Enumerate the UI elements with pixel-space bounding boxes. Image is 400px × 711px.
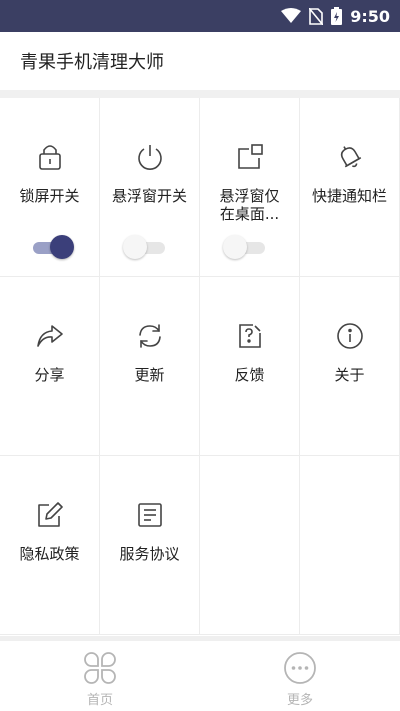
bottom-nav: 首页 更多 [0, 641, 400, 711]
floating-window-label: 悬浮窗开关 [111, 187, 187, 205]
empty-cell [200, 456, 300, 635]
floating-desktop-only-toggle[interactable] [223, 234, 277, 260]
feedback-icon [234, 320, 266, 352]
share-label: 分享 [34, 366, 65, 384]
nav-more[interactable]: 更多 [200, 641, 400, 711]
update-cell[interactable]: 更新 [100, 277, 200, 456]
update-label: 更新 [134, 366, 165, 384]
empty-cell [300, 456, 400, 635]
share-cell[interactable]: 分享 [0, 277, 100, 456]
wifi-icon [281, 8, 302, 24]
quick-notification-cell[interactable]: 快捷通知栏 [300, 98, 400, 277]
settings-grid: 锁屏开关 悬浮窗开关 悬浮窗仅 在桌面... 快捷通知栏 分享 更新 反馈 关于… [0, 98, 400, 636]
share-icon [34, 320, 66, 352]
refresh-icon [134, 320, 166, 352]
label-line-1: 悬浮窗仅 [219, 187, 280, 205]
app-header: 青果手机清理大师 [0, 32, 400, 90]
power-icon [134, 141, 166, 173]
document-icon [134, 499, 166, 531]
feedback-cell[interactable]: 反馈 [200, 277, 300, 456]
battery-charging-icon [331, 7, 343, 25]
bell-icon [334, 141, 366, 173]
header-divider [0, 90, 400, 98]
toggle-knob [50, 235, 74, 259]
floating-desktop-only-cell[interactable]: 悬浮窗仅 在桌面... [200, 98, 300, 277]
floating-desktop-only-label: 悬浮窗仅 在桌面... [204, 187, 296, 223]
toggle-knob [223, 235, 247, 259]
info-icon [334, 320, 366, 352]
service-agreement-label: 服务协议 [119, 545, 180, 563]
lock-screen-toggle-cell[interactable]: 锁屏开关 [0, 98, 100, 277]
lock-screen-toggle[interactable] [23, 234, 77, 260]
privacy-policy-cell[interactable]: 隐私政策 [0, 456, 100, 635]
nav-home[interactable]: 首页 [0, 641, 200, 711]
feedback-label: 反馈 [234, 366, 265, 384]
lock-screen-label: 锁屏开关 [19, 187, 80, 205]
lock-icon [34, 141, 66, 173]
about-cell[interactable]: 关于 [300, 277, 400, 456]
more-icon [283, 651, 317, 685]
page-title: 青果手机清理大师 [20, 52, 164, 73]
window-icon [234, 141, 266, 173]
floating-window-toggle-cell[interactable]: 悬浮窗开关 [100, 98, 200, 277]
floating-window-toggle[interactable] [123, 234, 177, 260]
service-agreement-cell[interactable]: 服务协议 [100, 456, 200, 635]
toggle-knob [123, 235, 147, 259]
status-bar: 9:50 [0, 0, 400, 32]
no-sim-icon [309, 7, 324, 25]
privacy-policy-label: 隐私政策 [19, 545, 80, 563]
nav-more-label: 更多 [286, 693, 313, 708]
quick-notification-label: 快捷通知栏 [311, 187, 387, 205]
about-label: 关于 [334, 366, 365, 384]
status-time: 9:50 [350, 6, 390, 26]
label-line-2: 在桌面... [219, 205, 280, 223]
clover-icon [83, 651, 117, 685]
edit-icon [34, 499, 66, 531]
nav-home-label: 首页 [86, 693, 113, 708]
